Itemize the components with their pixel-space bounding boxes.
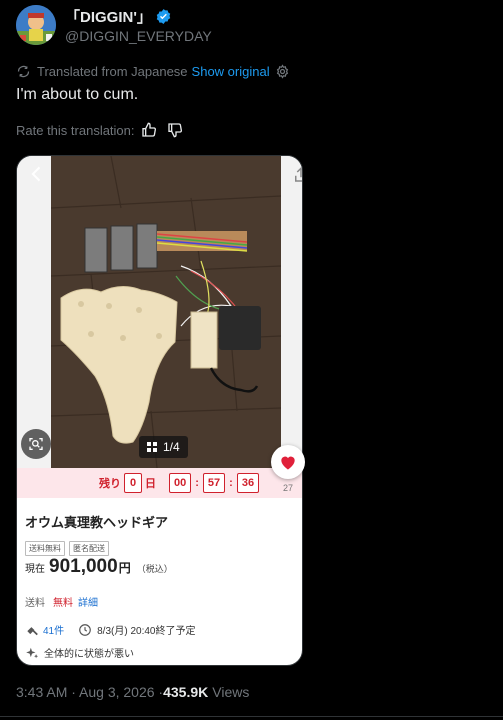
- favorite-count: 27: [283, 483, 294, 493]
- lens-icon: [29, 438, 43, 450]
- tweet-text: I'm about to cum.: [16, 86, 139, 103]
- media-card[interactable]: 1/4 残り 0 日 00 : 57 : 36 オウム真理教ヘッドギア 送料無料…: [16, 155, 303, 666]
- auction-countdown: 残り 0 日 00 : 57 : 36: [17, 468, 302, 498]
- views-count: 435.9K: [163, 684, 209, 700]
- product-image: [51, 156, 281, 468]
- shipping-label: 送料: [25, 598, 45, 609]
- tax-note: （税込）: [136, 564, 173, 574]
- price-row: 現在 901,000 円 （税込）: [25, 556, 173, 578]
- author-names: 「DIGGIN'」 @DIGGIN_EVERYDAY: [65, 6, 212, 44]
- current-price: 901,000: [49, 556, 118, 577]
- display-name[interactable]: 「DIGGIN'」: [65, 6, 152, 27]
- countdown-days: 0: [124, 473, 142, 493]
- post: 「DIGGIN'」 @DIGGIN_EVERYDAY Translated fr…: [0, 0, 503, 720]
- grid-icon: [147, 442, 157, 452]
- avatar[interactable]: [16, 5, 56, 45]
- sparkle-icon: [26, 647, 39, 658]
- auction-meta-row: 41件 8/3(月) 20:40終了予定: [25, 622, 196, 637]
- timestamp[interactable]: 3:43 AM · Aug 3, 2026 ·: [16, 684, 163, 700]
- listing-title[interactable]: オウム真理教ヘッドギア: [25, 512, 168, 531]
- image-counter-text: 1/4: [163, 440, 180, 454]
- translation-note: Translated from Japanese Show original: [16, 62, 290, 80]
- shipping-detail-link[interactable]: 詳細: [78, 594, 98, 609]
- back-icon[interactable]: [27, 164, 47, 184]
- rate-label: Rate this translation:: [16, 122, 135, 138]
- translate-icon: [17, 65, 30, 77]
- bid-count[interactable]: 41件: [43, 622, 64, 637]
- handle[interactable]: @DIGGIN_EVERYDAY: [65, 28, 212, 44]
- end-time: 8/3(月) 20:40終了予定: [97, 626, 196, 637]
- verified-badge-icon[interactable]: [155, 8, 172, 25]
- countdown-day-unit: 日: [145, 478, 156, 490]
- countdown-label: 残り: [99, 478, 121, 490]
- listing-photo[interactable]: 1/4: [17, 156, 303, 468]
- translation-label: Translated from Japanese: [37, 63, 188, 79]
- price-unit: 円: [118, 561, 131, 575]
- condition-text: 全体的に状態が悪い: [44, 649, 134, 660]
- shipping-row: 送料 無料 詳細: [25, 594, 98, 609]
- countdown-minutes: 57: [202, 473, 226, 493]
- thumbs-up-icon[interactable]: [141, 122, 157, 138]
- gavel-icon: [27, 626, 38, 635]
- clock-icon: [79, 623, 91, 636]
- views-label: Views: [212, 684, 250, 700]
- gear-icon[interactable]: [275, 63, 290, 79]
- listing-tags: 送料無料 匿名配送: [25, 541, 113, 556]
- countdown-hours: 00: [169, 473, 192, 493]
- share-icon[interactable]: [292, 166, 303, 184]
- thumbs-down-icon[interactable]: [167, 122, 183, 138]
- favorite-button[interactable]: [271, 445, 305, 479]
- image-counter: 1/4: [139, 436, 188, 458]
- avatar-illustration: [16, 5, 56, 45]
- show-original-link[interactable]: Show original: [192, 64, 270, 79]
- divider: [0, 716, 503, 717]
- tweet-footer: 3:43 AM · Aug 3, 2026 · 435.9K Views: [16, 684, 249, 700]
- tag-free-shipping: 送料無料: [25, 541, 65, 556]
- price-label: 現在: [25, 564, 45, 575]
- rate-translation: Rate this translation:: [16, 122, 183, 138]
- image-search-button[interactable]: [21, 429, 51, 459]
- product-photo: [51, 156, 281, 468]
- tag-anonymous-delivery: 匿名配送: [69, 541, 109, 556]
- countdown-seconds: 36: [236, 473, 260, 493]
- display-name-row: 「DIGGIN'」: [65, 6, 212, 27]
- shipping-value: 無料: [53, 598, 73, 609]
- author-row: 「DIGGIN'」 @DIGGIN_EVERYDAY: [16, 4, 212, 46]
- condition-row: 全体的に状態が悪い: [25, 645, 134, 660]
- heart-icon: [281, 456, 295, 470]
